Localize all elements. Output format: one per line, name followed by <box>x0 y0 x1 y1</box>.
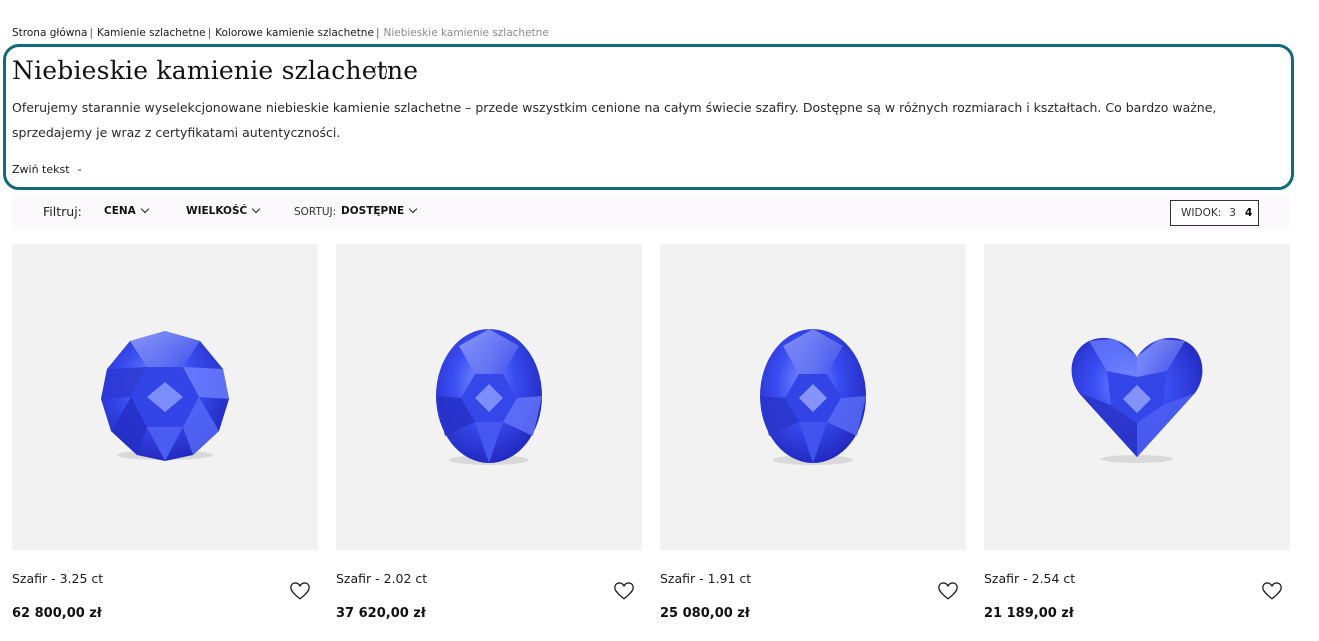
breadcrumb-link-gemstones[interactable]: Kamienie szlachetne <box>97 27 206 39</box>
collapse-symbol: - <box>77 163 82 176</box>
round-sapphire-image <box>101 331 229 461</box>
breadcrumb-link-colored-gemstones[interactable]: Kolorowe kamienie szlachetne <box>215 27 374 39</box>
oval-sapphire-image <box>760 329 866 465</box>
view-option-4[interactable]: 4 <box>1245 207 1252 219</box>
sort-dropdown[interactable]: DOSTĘPNE <box>341 204 418 217</box>
view-option-3[interactable]: 3 <box>1229 207 1236 219</box>
product-price: 37 620,00 zł <box>336 606 426 621</box>
category-description: Oferujemy starannie wyselekcjonowane nie… <box>12 100 1217 140</box>
chevron-down-icon <box>140 204 150 214</box>
product-image[interactable] <box>336 244 642 550</box>
page-title: Niebieskie kamienie szlachetne <box>12 56 419 85</box>
breadcrumb-current: Niebieskie kamienie szlachetne <box>383 27 549 39</box>
product-image[interactable] <box>660 244 966 550</box>
product-image[interactable] <box>12 244 318 550</box>
sort-label: SORTUJ: <box>294 206 337 218</box>
filter-bar: Filtruj: CENA WIELKOŚĆ SORTUJ: DOSTĘPNE … <box>12 194 1290 230</box>
heart-outline-icon[interactable] <box>289 580 311 602</box>
product-image[interactable] <box>984 244 1290 550</box>
view-label: WIDOK: <box>1181 207 1222 219</box>
breadcrumb-separator: | <box>375 27 380 39</box>
product-count: (7) <box>373 65 388 77</box>
collapse-text-label: Zwiń tekst <box>12 163 70 176</box>
view-switcher: WIDOK: 3 4 <box>1170 200 1259 226</box>
size-filter-button[interactable]: WIELKOŚĆ <box>186 204 261 217</box>
breadcrumb: Strona główna | Kamienie szlachetne | Koloro… <box>12 27 549 39</box>
breadcrumb-link-home[interactable]: Strona główna <box>12 27 87 39</box>
product-card: Szafir - 2.54 ct 21 189,00 zł <box>984 244 1290 621</box>
product-name[interactable]: Szafir - 2.02 ct <box>336 571 427 586</box>
sort-value: DOSTĘPNE <box>341 205 405 217</box>
product-price: 21 189,00 zł <box>984 606 1074 621</box>
heart-outline-icon[interactable] <box>1261 580 1283 602</box>
product-name[interactable]: Szafir - 3.25 ct <box>12 571 103 586</box>
product-card: Szafir - 2.02 ct 37 620,00 zł <box>336 244 642 621</box>
oval-sapphire-image <box>436 329 542 465</box>
heart-outline-icon[interactable] <box>613 580 635 602</box>
price-filter-label: CENA <box>104 205 136 217</box>
product-price: 25 080,00 zł <box>660 606 750 621</box>
size-filter-label: WIELKOŚĆ <box>186 205 248 217</box>
product-name[interactable]: Szafir - 2.54 ct <box>984 571 1075 586</box>
product-price: 62 800,00 zł <box>12 606 102 621</box>
breadcrumb-separator: | <box>89 27 94 39</box>
price-filter-button[interactable]: CENA <box>104 204 150 217</box>
heart-outline-icon[interactable] <box>937 580 959 602</box>
chevron-down-icon <box>408 204 418 214</box>
product-name[interactable]: Szafir - 1.91 ct <box>660 571 751 586</box>
breadcrumb-separator: | <box>207 27 212 39</box>
product-card: Szafir - 1.91 ct 25 080,00 zł <box>660 244 966 621</box>
product-card: Szafir - 3.25 ct 62 800,00 zł <box>12 244 318 621</box>
heart-sapphire-image <box>1071 337 1203 463</box>
collapse-text-toggle[interactable]: Zwiń tekst - <box>12 163 82 176</box>
chevron-down-icon <box>251 204 261 214</box>
filter-label: Filtruj: <box>43 204 82 219</box>
